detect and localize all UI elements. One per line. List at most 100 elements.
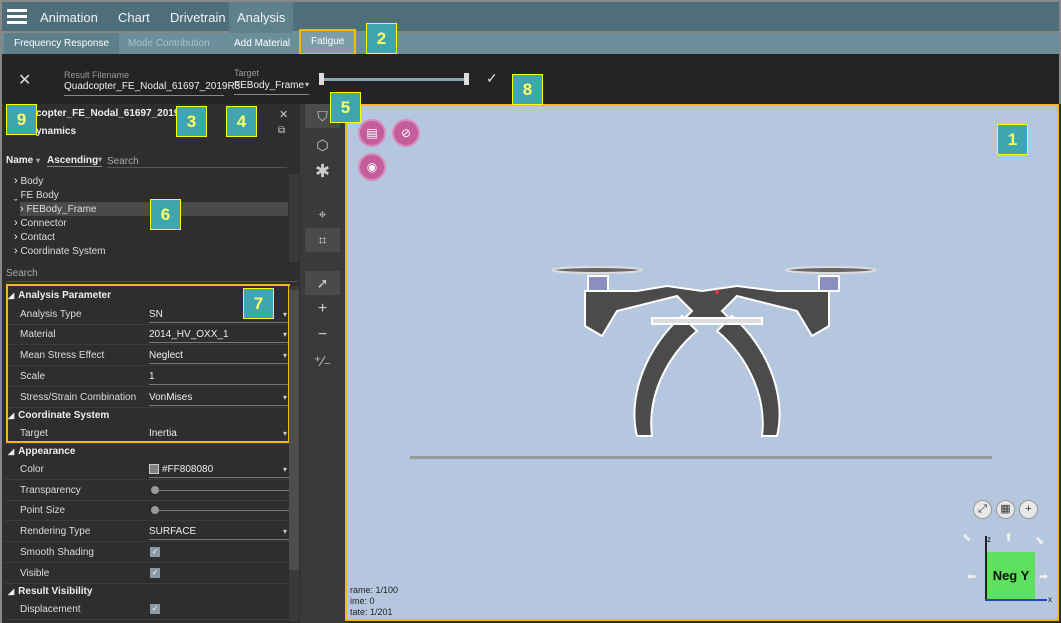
asterisk-icon[interactable]: ✱ <box>305 159 340 183</box>
tree-view: › Body ˬ FE Body › FEBody_Frame › Connec… <box>8 174 288 262</box>
tree-item-label: Body <box>20 176 44 187</box>
range-slider-handle-max[interactable] <box>464 73 469 85</box>
tree-search-input[interactable]: Search <box>107 156 287 168</box>
tree-item-label: FEBody_Frame <box>26 204 97 215</box>
cube-icon[interactable]: ⬡ <box>305 133 340 157</box>
copy-icon[interactable]: ⧉ <box>278 125 285 136</box>
x-axis-label: x <box>1048 595 1052 604</box>
range-slider-handle-min[interactable] <box>319 73 324 85</box>
tree-item-connector[interactable]: › Connector <box>14 216 67 230</box>
chevron-right-icon: › <box>14 175 18 187</box>
prop-value: SURFACE <box>149 526 197 537</box>
hamburger-icon[interactable] <box>7 9 27 25</box>
prop-smooth-shading[interactable]: Smooth Shading ✓ <box>4 543 289 563</box>
prop-color[interactable]: Color #FF808080 ▾ <box>4 460 289 480</box>
plus-icon[interactable]: + <box>305 297 340 321</box>
collapse-icon: ◢ <box>8 587 15 596</box>
tree-item-label: FE Body <box>20 190 59 201</box>
prop-label: Rendering Type <box>20 526 91 537</box>
point-size-slider[interactable] <box>154 510 289 511</box>
bounding-box-icon[interactable]: ⌗ <box>305 228 340 252</box>
tree-item-body[interactable]: › Body <box>14 174 43 188</box>
arrow-left-icon[interactable]: ⬅ <box>967 570 976 583</box>
tab-drivetrain[interactable]: Drivetrain <box>162 2 234 33</box>
view-cube[interactable]: Neg Y <box>987 552 1035 600</box>
panel-title: copter_FE_Nodal_61697_2019R3 <box>36 108 193 119</box>
result-filename-field[interactable]: Quadcopter_FE_Nodal_61697_2019R3 <box>64 81 240 96</box>
rotate-arrow-icon[interactable]: ⬉ <box>962 531 971 544</box>
chevron-right-icon: › <box>14 245 18 257</box>
chevron-right-icon: › <box>20 203 24 215</box>
transparency-slider[interactable] <box>154 490 289 491</box>
color-swatch <box>149 464 159 475</box>
close-icon[interactable]: ✕ <box>279 108 288 121</box>
time-readout: ime: 0 <box>350 596 375 606</box>
section-label: Result Visibility <box>18 586 93 597</box>
rotate-arrow-icon[interactable]: ⬊ <box>1035 534 1044 547</box>
sort-field-select[interactable]: Name ▾ <box>6 155 40 166</box>
x-axis <box>985 599 1047 601</box>
frame-readout: rame: 1/100 <box>350 585 399 595</box>
prop-rendering-type[interactable]: Rendering Type SURFACE ▾ <box>4 522 289 542</box>
tab-add-material[interactable]: Add Material <box>224 33 300 54</box>
cursor-icon[interactable]: ➚ <box>305 271 340 295</box>
sort-order-select[interactable]: Ascending ▾ <box>47 155 102 167</box>
chevron-right-icon: › <box>14 231 18 243</box>
prop-label: Point Size <box>20 505 66 516</box>
chevron-down-icon: ▾ <box>282 465 287 474</box>
prop-visible[interactable]: Visible ✓ <box>4 564 289 584</box>
tree-item-contact[interactable]: › Contact <box>14 230 55 244</box>
visible-checkbox[interactable]: ✓ <box>150 568 160 578</box>
prop-displacement[interactable]: Displacement ✓ <box>4 600 289 620</box>
smooth-shading-checkbox[interactable]: ✓ <box>150 547 160 557</box>
annotation-badge-4: 4 <box>226 106 257 137</box>
minus-icon[interactable]: − <box>305 323 340 347</box>
annotation-badge-6: 6 <box>150 199 181 230</box>
target-select[interactable]: FEBody_Frame ▾ <box>234 80 309 95</box>
tab-analysis[interactable]: Analysis <box>229 2 294 33</box>
prop-transparency[interactable]: Transparency <box>4 481 289 501</box>
section-appearance[interactable]: ◢ Appearance <box>4 442 289 462</box>
add-view-icon[interactable]: + <box>1019 500 1038 519</box>
section-result-visibility[interactable]: ◢ Result Visibility <box>4 582 289 602</box>
tree-scrollbar[interactable] <box>289 174 299 262</box>
close-icon[interactable]: ✕ <box>18 70 31 90</box>
plus-minus-icon[interactable]: ⁺∕₋ <box>305 349 340 373</box>
menu-bar: Animation Chart Drivetrain Analysis <box>0 0 1061 33</box>
target-value: FEBody_Frame <box>234 80 305 91</box>
tab-chart[interactable]: Chart <box>110 2 158 33</box>
prop-label: Displacement <box>20 604 81 615</box>
target-label: Target <box>234 68 260 78</box>
property-scrollbar[interactable] <box>289 286 299 621</box>
arrow-right-icon[interactable]: ➡ <box>1039 570 1048 583</box>
slider-handle[interactable] <box>151 486 159 494</box>
tree-item-label: Contact <box>20 232 55 243</box>
chevron-right-icon: › <box>14 217 18 229</box>
range-slider-track[interactable] <box>322 78 468 81</box>
tree-item-label: Coordinate System <box>20 246 106 257</box>
quadcopter-model <box>410 266 992 459</box>
tab-mode-contribution[interactable]: Mode Contribution <box>118 33 220 54</box>
tree-item-fe-body[interactable]: ˬ FE Body <box>14 188 59 202</box>
expand-icon: ˬ <box>14 189 18 201</box>
z-axis-label: z <box>987 535 991 544</box>
tree-item-coordinate-system[interactable]: › Coordinate System <box>14 244 106 258</box>
check-icon[interactable]: ✓ <box>486 70 498 87</box>
tab-fatigue[interactable]: Fatigue <box>299 29 357 55</box>
collapse-icon: ◢ <box>8 447 15 456</box>
prop-point-size[interactable]: Point Size <box>4 501 289 521</box>
tab-animation[interactable]: Animation <box>32 2 106 33</box>
target-icon[interactable]: ⌖ <box>305 202 340 226</box>
tab-frequency-response[interactable]: Frequency Response <box>4 33 120 54</box>
section-label: Appearance <box>18 446 76 457</box>
annotation-badge-2: 2 <box>366 23 397 54</box>
property-search-input[interactable]: Search <box>6 268 298 282</box>
grid-icon[interactable]: ▦ <box>996 500 1015 519</box>
color-select[interactable]: #FF808080 ▾ <box>149 462 289 478</box>
arrow-up-icon[interactable]: ⬆ <box>1004 531 1013 544</box>
slider-handle[interactable] <box>151 506 159 514</box>
rendering-type-select[interactable]: SURFACE ▾ <box>149 524 289 540</box>
displacement-checkbox[interactable]: ✓ <box>150 604 160 614</box>
3d-viewport[interactable]: ▤ ⊘ ◉ rame: 1/100 ime: 0 tate: 1/201 ⤢ ▦… <box>345 104 1059 621</box>
fit-view-icon[interactable]: ⤢ <box>973 500 992 519</box>
